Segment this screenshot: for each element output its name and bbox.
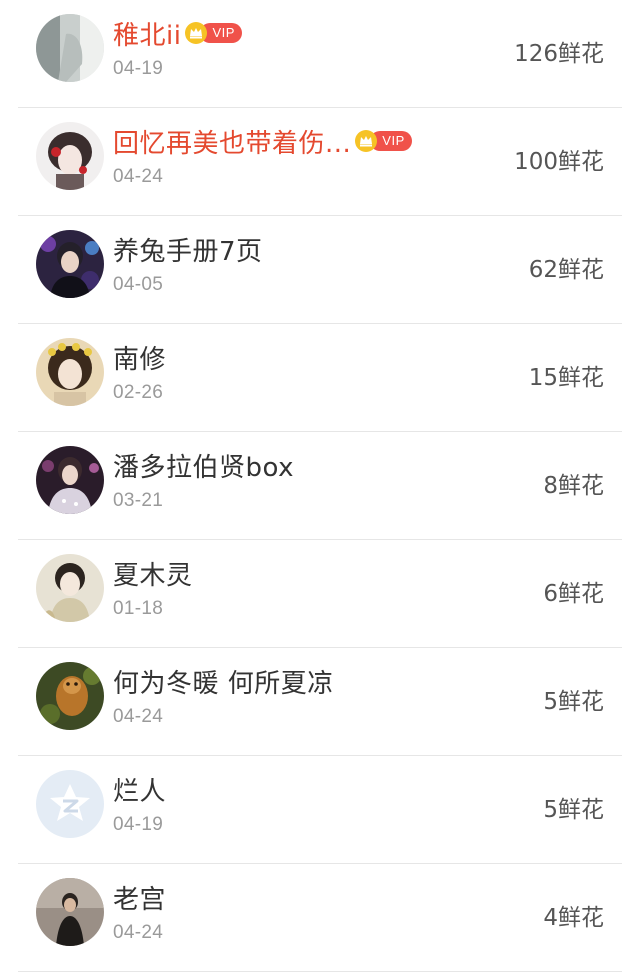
avatar[interactable] — [36, 878, 104, 946]
date-label: 04-19 — [113, 814, 164, 835]
date-label: 01-18 — [113, 598, 164, 619]
flower-count: 15鲜花 — [528, 365, 604, 391]
user-name[interactable]: 回忆再美也带着伤... — [113, 123, 351, 160]
list-item[interactable]: 回忆再美也带着伤... VIP 04-24 100鲜花 — [0, 108, 640, 216]
date-label: 04-24 — [113, 706, 164, 727]
default-qzone-avatar-icon[interactable] — [36, 770, 104, 838]
user-name[interactable]: 老宫 — [113, 879, 166, 916]
user-name[interactable]: 夏木灵 — [113, 555, 193, 592]
list-item[interactable]: 稚北ii VIP 04-19 126鲜花 — [0, 0, 640, 108]
list-item[interactable]: 老宫 04-24 4鲜花 — [0, 864, 640, 972]
flower-count: 5鲜花 — [543, 689, 604, 715]
name-line: 老宫 — [113, 879, 166, 916]
name-line: 潘多拉伯贤box — [113, 447, 294, 484]
user-name[interactable]: 烂人 — [113, 771, 166, 808]
crown-icon — [184, 21, 208, 45]
name-line: 烂人 — [113, 771, 166, 808]
name-line: 何为冬暖 何所夏凉 — [113, 663, 334, 700]
name-line: 南修 — [113, 339, 166, 376]
name-line: 养兔手册7页 — [113, 231, 263, 268]
date-label: 04-19 — [113, 58, 164, 79]
flower-count: 6鲜花 — [543, 581, 604, 607]
avatar[interactable] — [36, 230, 104, 298]
flower-count: 126鲜花 — [514, 41, 604, 67]
flower-count: 5鲜花 — [543, 797, 604, 823]
flower-ranking-list: 稚北ii VIP 04-19 126鲜花 回忆再美也带着伤... VIP 04-… — [0, 0, 640, 972]
date-label: 04-05 — [113, 274, 164, 295]
date-label: 03-21 — [113, 490, 164, 511]
avatar[interactable] — [36, 662, 104, 730]
list-item[interactable]: 夏木灵 01-18 6鲜花 — [0, 540, 640, 648]
name-line: 夏木灵 — [113, 555, 193, 592]
name-line: 回忆再美也带着伤... VIP — [113, 123, 412, 160]
user-name[interactable]: 养兔手册7页 — [113, 231, 263, 268]
avatar[interactable] — [36, 554, 104, 622]
name-line: 稚北ii VIP — [113, 15, 242, 52]
list-item[interactable]: 烂人 04-19 5鲜花 — [0, 756, 640, 864]
date-label: 04-24 — [113, 922, 164, 943]
list-item[interactable]: 养兔手册7页 04-05 62鲜花 — [0, 216, 640, 324]
list-item[interactable]: 潘多拉伯贤box 03-21 8鲜花 — [0, 432, 640, 540]
list-item[interactable]: 南修 02-26 15鲜花 — [0, 324, 640, 432]
vip-badge: VIP — [184, 21, 242, 45]
list-item[interactable]: 何为冬暖 何所夏凉 04-24 5鲜花 — [0, 648, 640, 756]
avatar[interactable] — [36, 446, 104, 514]
avatar[interactable] — [36, 122, 104, 190]
crown-icon — [354, 129, 378, 153]
date-label: 04-24 — [113, 166, 164, 187]
user-name[interactable]: 何为冬暖 何所夏凉 — [113, 663, 334, 700]
date-label: 02-26 — [113, 382, 164, 403]
flower-count: 100鲜花 — [514, 149, 604, 175]
user-name[interactable]: 稚北ii — [113, 15, 181, 52]
avatar[interactable] — [36, 338, 104, 406]
flower-count: 8鲜花 — [543, 473, 604, 499]
flower-count: 62鲜花 — [528, 257, 604, 283]
user-name[interactable]: 潘多拉伯贤box — [113, 447, 294, 484]
avatar[interactable] — [36, 14, 104, 82]
vip-badge: VIP — [354, 129, 412, 153]
user-name[interactable]: 南修 — [113, 339, 166, 376]
flower-count: 4鲜花 — [543, 905, 604, 931]
